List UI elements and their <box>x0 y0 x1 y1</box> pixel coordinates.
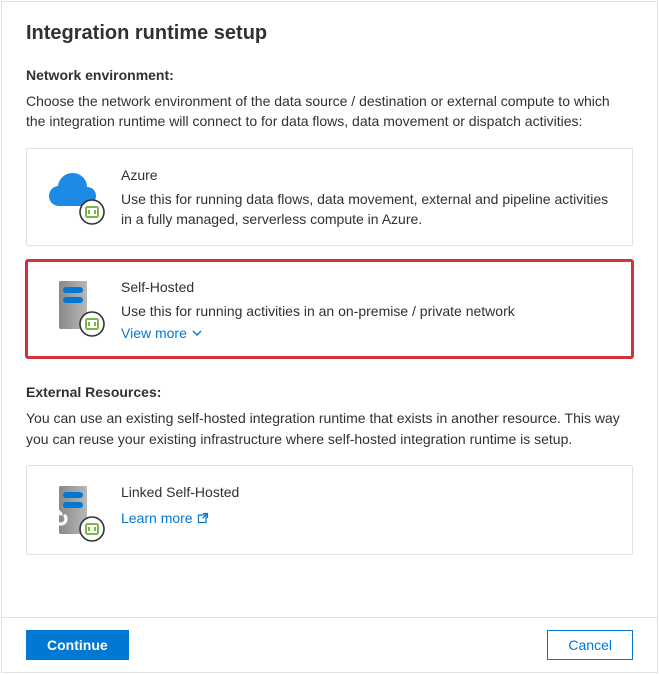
dialog-footer: Continue Cancel <box>2 617 657 672</box>
external-section: External Resources: You can use an exist… <box>26 384 633 555</box>
dialog-content: Integration runtime setup Network enviro… <box>2 2 657 617</box>
learn-more-link[interactable]: Learn more <box>121 510 209 526</box>
server-icon <box>45 277 101 333</box>
view-more-label: View more <box>121 325 187 341</box>
card-linked-body: Linked Self-Hosted Learn more <box>121 482 614 526</box>
card-azure-body: Azure Use this for running data flows, d… <box>121 165 614 230</box>
dialog-panel: Integration runtime setup Network enviro… <box>1 1 658 673</box>
external-link-icon <box>197 512 209 524</box>
runtime-badge-icon <box>79 516 105 542</box>
runtime-badge-icon <box>79 199 105 225</box>
card-azure-title: Azure <box>121 167 614 183</box>
external-heading: External Resources: <box>26 384 633 400</box>
chevron-down-icon <box>191 327 203 339</box>
learn-more-label: Learn more <box>121 510 193 526</box>
card-self-hosted[interactable]: Self-Hosted Use this for running activit… <box>26 260 633 358</box>
card-linked-title: Linked Self-Hosted <box>121 484 614 500</box>
network-description: Choose the network environment of the da… <box>26 91 633 132</box>
card-linked-self-hosted[interactable]: Linked Self-Hosted Learn more <box>26 465 633 555</box>
network-heading: Network environment: <box>26 67 633 83</box>
card-azure-description: Use this for running data flows, data mo… <box>121 189 614 230</box>
card-azure[interactable]: Azure Use this for running data flows, d… <box>26 148 633 247</box>
page-title: Integration runtime setup <box>26 22 633 45</box>
linked-server-icon <box>45 482 101 538</box>
card-self-hosted-description: Use this for running activities in an on… <box>121 301 614 321</box>
runtime-badge-icon <box>79 311 105 337</box>
view-more-link[interactable]: View more <box>121 325 203 341</box>
network-section: Network environment: Choose the network … <box>26 67 633 358</box>
external-description: You can use an existing self-hosted inte… <box>26 408 633 449</box>
azure-cloud-icon <box>45 165 101 221</box>
card-self-hosted-title: Self-Hosted <box>121 279 614 295</box>
card-self-hosted-body: Self-Hosted Use this for running activit… <box>121 277 614 341</box>
cancel-button[interactable]: Cancel <box>547 630 633 660</box>
continue-button[interactable]: Continue <box>26 630 129 660</box>
